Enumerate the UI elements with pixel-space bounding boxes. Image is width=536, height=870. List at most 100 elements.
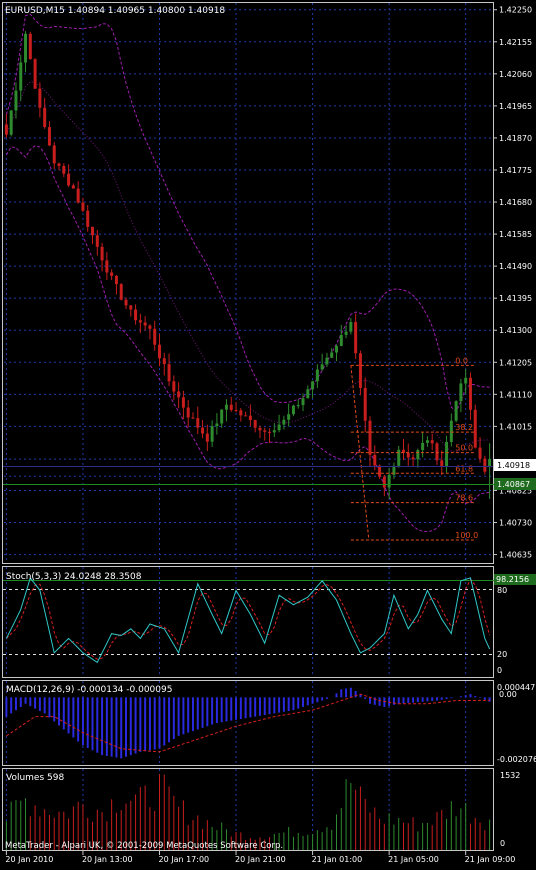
- candle-body[interactable]: [138, 320, 142, 323]
- candle-body[interactable]: [349, 322, 353, 332]
- candle-body[interactable]: [28, 33, 32, 60]
- candle-body[interactable]: [181, 397, 185, 408]
- candle-body[interactable]: [335, 345, 339, 353]
- candle-body[interactable]: [52, 145, 56, 164]
- candle-body[interactable]: [478, 447, 482, 459]
- candle-body[interactable]: [344, 331, 348, 335]
- candle-body[interactable]: [473, 409, 477, 448]
- candle-body[interactable]: [416, 450, 420, 460]
- candle-body[interactable]: [119, 284, 123, 300]
- candle-body[interactable]: [71, 185, 75, 189]
- candle-body[interactable]: [14, 90, 18, 111]
- candle-body[interactable]: [47, 127, 51, 146]
- candle-body[interactable]: [95, 235, 99, 247]
- candle-body[interactable]: [287, 414, 291, 420]
- candle-body[interactable]: [445, 441, 449, 467]
- candle-body[interactable]: [62, 165, 66, 174]
- candle-body[interactable]: [468, 377, 472, 410]
- candle-body[interactable]: [86, 210, 90, 227]
- candle-body[interactable]: [373, 454, 377, 466]
- candle-body[interactable]: [196, 418, 200, 428]
- candle-body[interactable]: [272, 430, 276, 433]
- candle-body[interactable]: [277, 424, 281, 431]
- candle-body[interactable]: [382, 476, 386, 488]
- candle-body[interactable]: [263, 430, 267, 432]
- candle-body[interactable]: [38, 88, 42, 108]
- candle-body[interactable]: [177, 391, 181, 398]
- candle-body[interactable]: [363, 387, 367, 421]
- candle-body[interactable]: [143, 322, 147, 326]
- candle-body[interactable]: [33, 59, 37, 89]
- candle-body[interactable]: [315, 369, 319, 382]
- candle-body[interactable]: [205, 433, 209, 442]
- candle-body[interactable]: [105, 260, 109, 273]
- candle-body[interactable]: [134, 309, 138, 321]
- candle-body[interactable]: [19, 62, 23, 91]
- candle-body[interactable]: [234, 410, 238, 412]
- candle-body[interactable]: [110, 272, 114, 276]
- candle-body[interactable]: [76, 188, 80, 203]
- candle-body[interactable]: [253, 420, 257, 428]
- candle-body[interactable]: [354, 322, 358, 354]
- candle-body[interactable]: [4, 124, 8, 135]
- candle-body[interactable]: [229, 404, 233, 411]
- candle-body[interactable]: [306, 389, 310, 399]
- candle-body[interactable]: [454, 401, 458, 421]
- candle-body[interactable]: [57, 163, 61, 166]
- candle-body[interactable]: [148, 325, 152, 329]
- candle-body[interactable]: [449, 420, 453, 442]
- candle-body[interactable]: [201, 427, 205, 434]
- candle-body[interactable]: [172, 381, 176, 392]
- candle-body[interactable]: [325, 357, 329, 365]
- candle-body[interactable]: [43, 107, 47, 128]
- candle-body[interactable]: [129, 305, 133, 310]
- candle-body[interactable]: [239, 410, 243, 416]
- candle-body[interactable]: [162, 358, 166, 365]
- candle-body[interactable]: [296, 405, 300, 407]
- candle-body[interactable]: [435, 443, 439, 461]
- candle-body[interactable]: [191, 417, 195, 419]
- candle-body[interactable]: [124, 299, 128, 306]
- candle-body[interactable]: [224, 404, 228, 410]
- candle-body[interactable]: [320, 364, 324, 370]
- candle-body[interactable]: [268, 431, 272, 433]
- candle-body[interactable]: [330, 352, 334, 358]
- candle-body[interactable]: [430, 440, 434, 444]
- candle-body[interactable]: [411, 457, 415, 460]
- candle-body[interactable]: [311, 381, 315, 390]
- candle-body[interactable]: [220, 409, 224, 424]
- candle-body[interactable]: [421, 442, 425, 451]
- candle-body[interactable]: [358, 353, 362, 388]
- candle-body[interactable]: [81, 202, 85, 211]
- candle-body[interactable]: [483, 458, 487, 472]
- candle-body[interactable]: [91, 226, 95, 236]
- candle-body[interactable]: [425, 440, 429, 443]
- candle-body[interactable]: [157, 344, 161, 359]
- candle-body[interactable]: [67, 173, 71, 186]
- candle-body[interactable]: [459, 383, 463, 402]
- candle-body[interactable]: [378, 465, 382, 477]
- candle-body[interactable]: [291, 405, 295, 415]
- candle-body[interactable]: [301, 398, 305, 406]
- candle-body[interactable]: [244, 415, 248, 417]
- candle-body[interactable]: [9, 110, 13, 135]
- candle-body[interactable]: [282, 419, 286, 425]
- metatrader-chart[interactable]: 0.0 38.2 50.0 61.8 78.6 100.0 EURUSD,M15 1.40…: [0, 0, 536, 870]
- candle-body[interactable]: [406, 452, 410, 458]
- candle-body[interactable]: [248, 415, 252, 421]
- candle-body[interactable]: [368, 420, 372, 455]
- candle-body[interactable]: [167, 364, 171, 382]
- candle-body[interactable]: [258, 427, 262, 431]
- candle-body[interactable]: [210, 426, 214, 442]
- candle-body[interactable]: [488, 459, 492, 468]
- candle-body[interactable]: [215, 423, 219, 427]
- candle-body[interactable]: [100, 246, 104, 261]
- candle-body[interactable]: [153, 328, 157, 345]
- candle-body[interactable]: [114, 275, 118, 285]
- candle-body[interactable]: [440, 460, 444, 467]
- candle-body[interactable]: [339, 334, 343, 346]
- candle-body[interactable]: [24, 33, 28, 63]
- candle-body[interactable]: [186, 407, 190, 418]
- candle-body[interactable]: [464, 377, 468, 384]
- candle-body[interactable]: [387, 474, 391, 488]
